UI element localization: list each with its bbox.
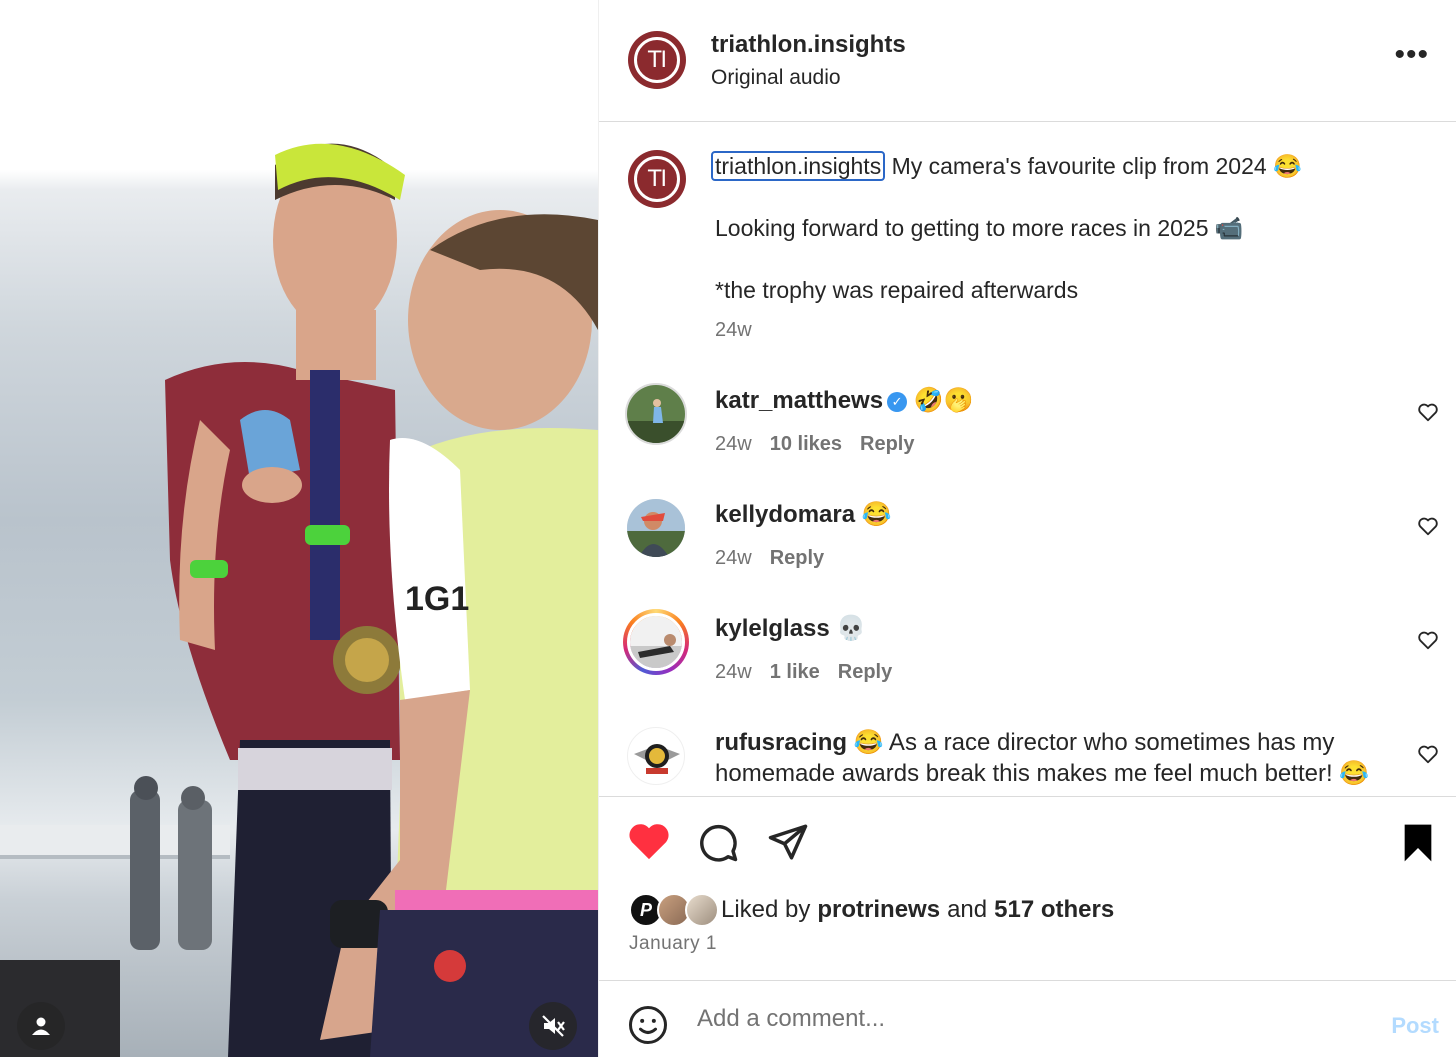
post-comment-button[interactable]: Post [1391,1013,1439,1039]
comment-text: 😂 [861,501,892,528]
comment-item: rufusracing 😂 As a race director who som… [599,723,1456,796]
liked-by-others[interactable]: 517 others [994,896,1114,924]
post-caption: triathlon.insights My camera's favourite… [711,151,1415,337]
more-icon[interactable]: ••• [1394,40,1429,70]
liked-by-user[interactable]: protrinews [817,896,940,924]
likes-summary: P Liked by protrinews and 517 others [629,893,1114,927]
post-sidebar: TI triathlon.insights Original audio •••… [598,0,1456,1057]
add-comment-bar: Post [599,980,1456,1057]
author-avatar[interactable]: TI [628,31,686,89]
comment-username[interactable]: rufusracing [715,729,847,756]
post-actions: P Liked by protrinews and 517 others Jan… [599,796,1456,980]
liked-by-and: and [947,896,988,923]
commenter-avatar-story[interactable] [623,609,689,675]
commenter-avatar[interactable] [627,727,685,785]
author-logo-text: TI [634,37,680,83]
commenter-avatar[interactable] [627,499,685,557]
svg-text:1G1: 1G1 [405,580,469,618]
bookmark-filled-icon[interactable] [1401,823,1435,863]
post-header: TI triathlon.insights Original audio ••• [599,0,1456,122]
liked-by-prefix: Liked by [721,896,811,923]
caption-line-2: Looking forward to getting to more races… [715,215,1244,241]
caption-line-1: My camera's favourite clip from 2024 😂 [891,153,1302,179]
comment-time[interactable]: 24w [715,433,752,455]
caption-timestamp[interactable]: 24w [715,319,752,342]
comment-icon[interactable] [697,821,739,863]
caption-author-avatar[interactable]: TI [628,150,686,208]
post-media[interactable]: 1G1 [0,0,598,1057]
comment-username[interactable]: kylelglass [715,615,830,642]
tagged-users-button[interactable] [17,1002,65,1050]
post-date[interactable]: January 1 [629,933,717,955]
comment-reply-button[interactable]: Reply [770,547,824,569]
commenter-avatar[interactable] [625,383,687,445]
comment-text: 🤣🫢 [913,387,974,414]
heart-outline-icon[interactable] [1417,401,1439,423]
caption-line-3: *the trophy was repaired afterwards [715,277,1079,303]
user-tag-icon [32,1017,50,1035]
comment-input[interactable] [697,1005,1337,1033]
comment-text: 💀 [836,615,867,642]
mute-button[interactable] [529,1002,577,1050]
share-icon[interactable] [767,821,809,863]
post-video-frame: 1G1 [0,143,598,1057]
comment-time[interactable]: 24w [715,547,752,569]
emoji-icon[interactable] [628,1005,668,1045]
audio-label[interactable]: Original audio [711,66,841,90]
liked-by-avatars[interactable]: P [629,893,721,927]
comment-username[interactable]: katr_matthews [715,387,883,414]
caption-username[interactable]: triathlon.insights [711,151,886,181]
caption-logo-text: TI [634,156,680,202]
heart-outline-icon[interactable] [1417,629,1439,651]
comment-username[interactable]: kellydomara [715,501,855,528]
comment-reply-button[interactable]: Reply [838,661,892,683]
comment-time[interactable]: 24w [715,661,752,683]
heart-outline-icon[interactable] [1417,515,1439,537]
heart-filled-icon[interactable] [627,821,671,861]
heart-outline-icon[interactable] [1417,743,1439,765]
comment-reply-button[interactable]: Reply [860,433,914,455]
author-username[interactable]: triathlon.insights [711,31,906,59]
comment-likes[interactable]: 10 likes [770,433,842,455]
verified-badge-icon: ✓ [887,392,908,412]
mute-icon [542,1015,565,1037]
comment-likes[interactable]: 1 like [770,661,820,683]
